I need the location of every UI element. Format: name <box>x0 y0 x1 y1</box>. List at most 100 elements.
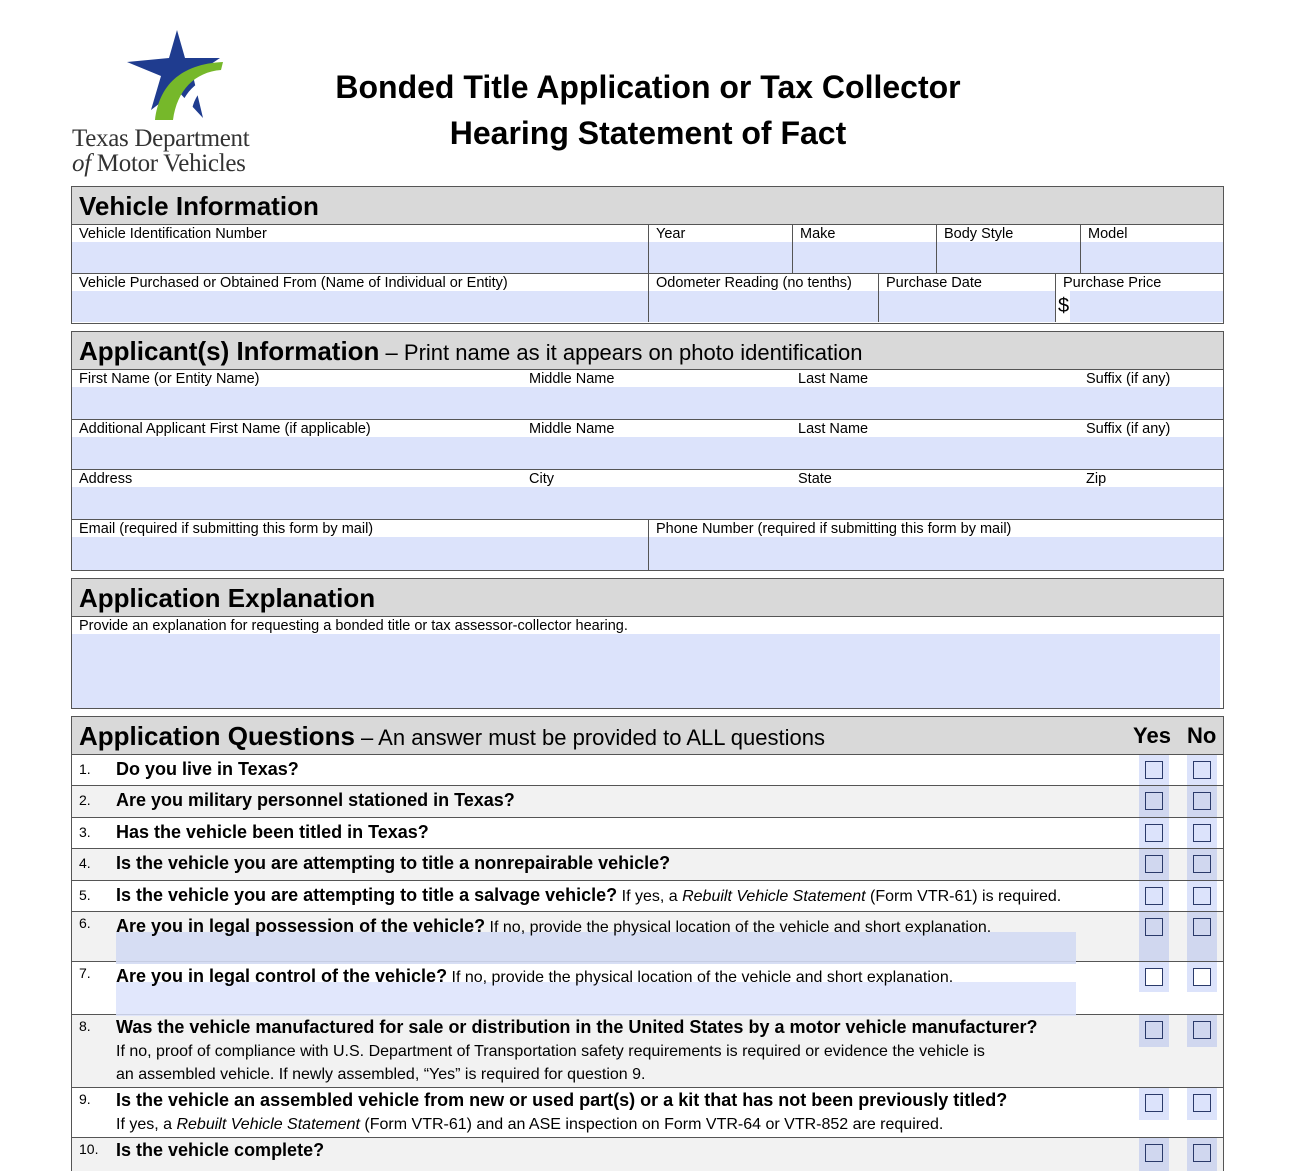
additional-suffix-field[interactable]: Suffix (if any) <box>1079 420 1223 469</box>
no-checkbox[interactable] <box>1193 855 1211 873</box>
yes-checkbox[interactable] <box>1145 1144 1163 1162</box>
city-field[interactable]: City <box>522 470 791 519</box>
purchase-price-input[interactable] <box>1070 291 1223 322</box>
yes-checkbox[interactable] <box>1145 824 1163 842</box>
body-style-input[interactable] <box>937 242 1080 273</box>
control-explanation-field[interactable] <box>116 982 1076 1016</box>
year-field[interactable]: Year <box>649 225 793 273</box>
phone-input[interactable] <box>649 537 1223 570</box>
no-checkbox[interactable] <box>1193 1144 1211 1162</box>
field-label: Vehicle Purchased or Obtained From (Name… <box>79 275 508 291</box>
logo-line-2: of Motor Vehicles <box>72 150 246 177</box>
question-row-4: 4. Is the vehicle you are attempting to … <box>72 849 1223 881</box>
purchase-date-field[interactable]: Purchase Date <box>879 274 1056 322</box>
field-label: Middle Name <box>529 371 615 387</box>
suffix-field[interactable]: Suffix (if any) <box>1079 370 1223 419</box>
field-label: Purchase Date <box>886 275 982 291</box>
yes-checkbox[interactable] <box>1145 761 1163 779</box>
make-input[interactable] <box>793 242 936 273</box>
address-field[interactable]: Address <box>72 470 522 519</box>
additional-last-name-field[interactable]: Last Name <box>791 420 1079 469</box>
field-label: Additional Applicant First Name (if appl… <box>79 421 371 437</box>
question-row-7: 7. Are you in legal control of the vehic… <box>72 962 1223 1016</box>
explanation-textarea[interactable] <box>72 634 1220 708</box>
additional-middle-name-field[interactable]: Middle Name <box>522 420 791 469</box>
odometer-input[interactable] <box>649 291 878 322</box>
zip-input[interactable] <box>1079 487 1223 519</box>
suffix-input[interactable] <box>1079 387 1223 419</box>
middle-name-field[interactable]: Middle Name <box>522 370 791 419</box>
yes-checkbox[interactable] <box>1145 887 1163 905</box>
no-checkbox[interactable] <box>1193 1094 1211 1112</box>
odometer-field[interactable]: Odometer Reading (no tenths) <box>649 274 879 322</box>
no-checkbox[interactable] <box>1187 962 1217 992</box>
vin-field[interactable]: Vehicle Identification Number <box>72 225 649 273</box>
question-row-2: 2. Are you military personnel stationed … <box>72 786 1223 818</box>
no-checkbox[interactable] <box>1193 887 1211 905</box>
no-checkbox[interactable] <box>1193 792 1211 810</box>
yes-checkbox[interactable] <box>1145 792 1163 810</box>
vehicle-row-1: Vehicle Identification Number Year Make … <box>72 225 1223 274</box>
city-input[interactable] <box>522 487 791 519</box>
no-checkbox[interactable] <box>1193 824 1211 842</box>
no-checkbox[interactable] <box>1193 918 1211 936</box>
middle-name-input[interactable] <box>522 387 791 419</box>
star-swoosh-icon <box>127 30 223 120</box>
email-field[interactable]: Email (required if submitting this form … <box>72 520 649 570</box>
body-style-field[interactable]: Body Style <box>937 225 1081 273</box>
phone-field[interactable]: Phone Number (required if submitting thi… <box>649 520 1223 570</box>
vin-input[interactable] <box>72 242 648 273</box>
field-label: Last Name <box>798 421 869 437</box>
field-label: Suffix (if any) <box>1086 371 1171 387</box>
address-input[interactable] <box>72 487 522 519</box>
yes-checkbox[interactable] <box>1145 855 1163 873</box>
no-column-header: No <box>1187 723 1217 748</box>
last-name-field[interactable]: Last Name <box>791 370 1079 419</box>
purchase-date-input[interactable] <box>879 291 1055 322</box>
year-input[interactable] <box>649 242 792 273</box>
additional-middle-name-input[interactable] <box>522 437 791 469</box>
yes-checkbox[interactable] <box>1145 1021 1163 1039</box>
purchase-price-field[interactable]: Purchase Price $ <box>1056 274 1223 322</box>
field-label: Zip <box>1086 471 1107 487</box>
yes-checkbox[interactable] <box>1139 962 1169 992</box>
additional-suffix-input[interactable] <box>1079 437 1223 469</box>
purchased-from-field[interactable]: Vehicle Purchased or Obtained From (Name… <box>72 274 649 322</box>
model-input[interactable] <box>1081 242 1223 273</box>
make-field[interactable]: Make <box>793 225 937 273</box>
explanation-field[interactable]: Provide an explanation for requesting a … <box>72 617 1223 708</box>
state-field[interactable]: State <box>791 470 1079 519</box>
additional-first-name-field[interactable]: Additional Applicant First Name (if appl… <box>72 420 522 469</box>
form-title-line-2: Hearing Statement of Fact <box>449 115 847 151</box>
email-input[interactable] <box>72 537 648 570</box>
form-title: Bonded Title Application or Tax Collecto… <box>300 64 996 156</box>
additional-last-name-input[interactable] <box>791 437 1079 469</box>
model-field[interactable]: Model <box>1081 225 1223 273</box>
applicant-row-1: First Name (or Entity Name) Middle Name … <box>72 370 1223 420</box>
last-name-input[interactable] <box>791 387 1079 419</box>
field-label: Model <box>1088 226 1128 242</box>
first-name-field[interactable]: First Name (or Entity Name) <box>72 370 522 419</box>
yes-column-header: Yes <box>1133 723 1171 748</box>
field-label: Purchase Price <box>1063 275 1162 291</box>
applicant-row-3: Address City State Zip <box>72 470 1223 520</box>
field-label: Phone Number (required if submitting thi… <box>656 521 1012 537</box>
field-label: Make <box>800 226 836 242</box>
question-row-1: 1. Do you live in Texas? <box>72 755 1223 786</box>
no-checkbox[interactable] <box>1193 761 1211 779</box>
field-label: City <box>529 471 554 487</box>
field-label: First Name (or Entity Name) <box>79 371 260 387</box>
purchased-from-input[interactable] <box>72 291 648 322</box>
no-checkbox[interactable] <box>1193 1021 1211 1039</box>
field-label: Last Name <box>798 371 869 387</box>
question-row-6: 6. Are you in legal possession of the ve… <box>72 912 1223 964</box>
state-input[interactable] <box>791 487 1079 519</box>
first-name-input[interactable] <box>72 387 522 419</box>
field-label: Provide an explanation for requesting a … <box>79 618 628 634</box>
txdmv-logo: Texas Department of Motor Vehicles <box>70 28 285 183</box>
yes-checkbox[interactable] <box>1145 1094 1163 1112</box>
additional-first-name-input[interactable] <box>72 437 522 469</box>
zip-field[interactable]: Zip <box>1079 470 1223 519</box>
vehicle-information-section: Vehicle Information Vehicle Identificati… <box>71 186 1224 324</box>
yes-checkbox[interactable] <box>1145 918 1163 936</box>
